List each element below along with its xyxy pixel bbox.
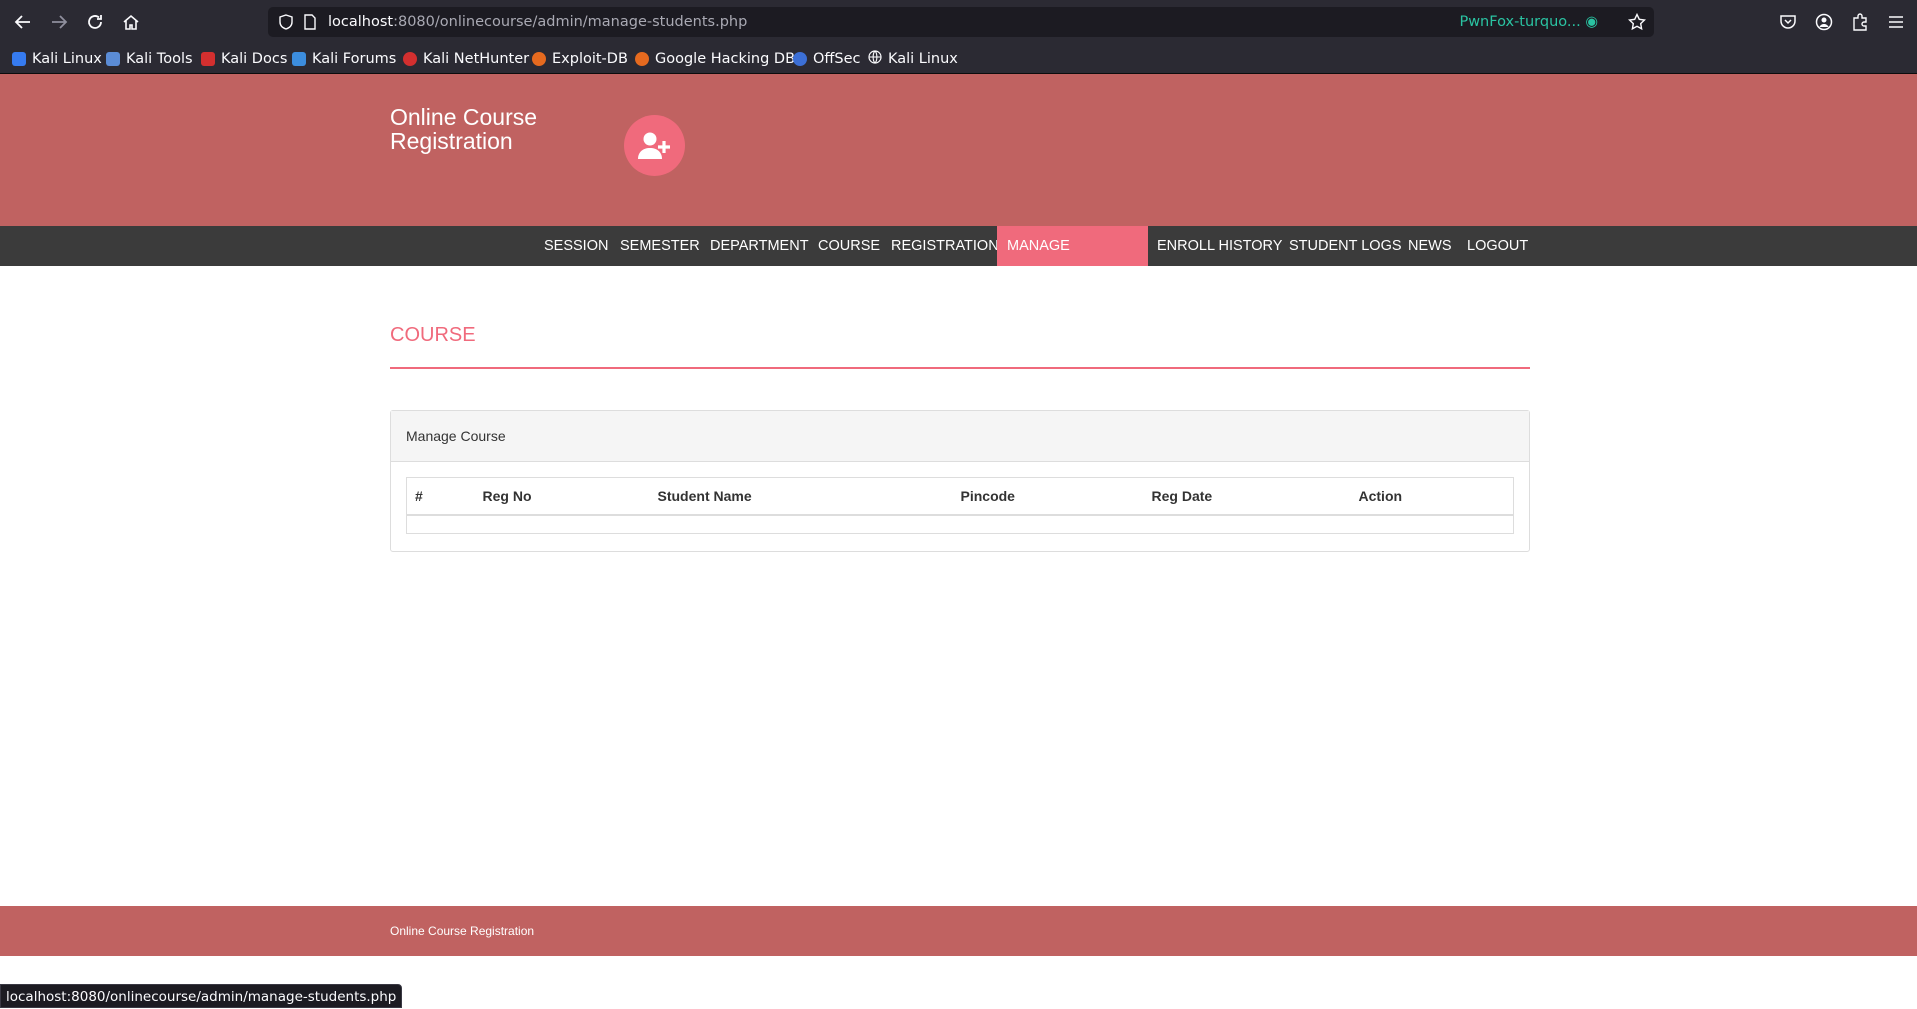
bookmark-google-hacking-db[interactable]: Google Hacking DB (635, 49, 795, 69)
home-icon[interactable] (119, 10, 143, 34)
bookmark-exploit-db[interactable]: Exploit-DB (532, 49, 628, 69)
reload-icon[interactable] (83, 10, 107, 34)
nav-student-logs[interactable]: STUDENT LOGS (1279, 226, 1412, 266)
manage-course-panel: Manage Course # Reg No Student Name Pinc… (390, 410, 1530, 552)
site-header: Online Course Registration (0, 74, 1917, 226)
nav-course[interactable]: COURSE (808, 226, 890, 266)
table-header-row: # Reg No Student Name Pincode Reg Date A… (406, 477, 1514, 516)
main-nav: SESSION SEMESTER DEPARTMENT COURSE REGIS… (0, 226, 1917, 294)
nav-semester[interactable]: SEMESTER (610, 226, 710, 266)
url-path: :8080/onlinecourse/admin/manage-students… (393, 14, 748, 30)
panel-title: Manage Course (406, 428, 506, 444)
browser-toolbar: localhost:8080/onlinecourse/admin/manage… (0, 0, 1917, 44)
container-label[interactable]: PwnFox-turquo... ◉ (1459, 14, 1598, 30)
account-icon[interactable] (1812, 10, 1836, 34)
bookmark-kali-tools[interactable]: Kali Tools (106, 49, 193, 69)
bookmark-label: Kali Linux (888, 51, 958, 67)
kali-tools-icon (106, 52, 120, 66)
url-text[interactable]: localhost:8080/onlinecourse/admin/manage… (328, 14, 747, 30)
bookmark-label: Kali Tools (126, 51, 193, 67)
user-plus-icon (624, 115, 685, 176)
site-title-line2: Registration (390, 128, 513, 154)
bookmark-kali-nethunter[interactable]: Kali NetHunter (403, 49, 529, 69)
page-title: COURSE (390, 324, 476, 346)
exploit-db-icon (532, 52, 546, 66)
nav-news[interactable]: NEWS (1398, 226, 1462, 266)
extensions-icon[interactable] (1848, 10, 1872, 34)
shield-icon[interactable] (278, 14, 294, 35)
col-reg-date: Reg Date (1143, 477, 1351, 516)
footer-text: Online Course Registration (390, 924, 535, 938)
bookmarks-bar: Kali Linux Kali Tools Kali Docs Kali For… (0, 44, 1917, 74)
kali-dragon-icon (12, 52, 26, 66)
students-table: # Reg No Student Name Pincode Reg Date A… (406, 477, 1514, 534)
bookmark-label: Exploit-DB (552, 51, 628, 67)
bookmark-star-icon[interactable] (1627, 12, 1647, 36)
pocket-icon[interactable] (1776, 10, 1800, 34)
nav-enroll-history[interactable]: ENROLL HISTORY (1147, 226, 1292, 266)
nav-logout[interactable]: LOGOUT (1457, 226, 1538, 266)
offsec-icon (793, 52, 807, 66)
globe-icon (868, 50, 882, 68)
url-host: localhost (328, 14, 394, 30)
col-reg-no: Reg No (474, 477, 650, 516)
nav-registration[interactable]: REGISTRATION (881, 226, 1009, 266)
page-info-icon[interactable] (303, 14, 317, 35)
nethunter-icon (403, 52, 417, 66)
col-pincode: Pincode (952, 477, 1144, 516)
forward-icon[interactable] (47, 10, 71, 34)
status-bar-url: localhost:8080/onlinecourse/admin/manage… (0, 984, 403, 1008)
site-title-line1: Online Course (390, 104, 538, 130)
bookmark-kali-docs[interactable]: Kali Docs (201, 49, 287, 69)
bookmark-label: Kali Forums (312, 51, 397, 67)
bookmark-kali-forums[interactable]: Kali Forums (292, 49, 396, 69)
fingerprint-icon: ◉ (1585, 14, 1598, 30)
col-student-name: Student Name (649, 477, 953, 516)
bookmark-offsec[interactable]: OffSec (793, 49, 861, 69)
bookmark-label: Kali Linux (32, 51, 102, 67)
nav-manage-students[interactable]: MANAGE STUDENTS (997, 226, 1148, 294)
bookmark-label: Kali NetHunter (423, 51, 530, 67)
col-index: # (406, 477, 475, 516)
kali-docs-icon (201, 52, 215, 66)
site-footer: Online Course Registration (0, 906, 1917, 956)
nav-session[interactable]: SESSION (534, 226, 618, 266)
col-action: Action (1350, 477, 1514, 516)
back-icon[interactable] (11, 10, 35, 34)
container-name: PwnFox-turquo... (1459, 14, 1581, 30)
bookmark-label: OffSec (813, 51, 861, 67)
bookmark-kali-linux[interactable]: Kali Linux (12, 49, 102, 69)
nav-department[interactable]: DEPARTMENT (700, 226, 819, 266)
bookmark-label: Kali Docs (221, 51, 288, 67)
title-divider (390, 367, 1530, 369)
bookmark-kali-linux-2[interactable]: Kali Linux (868, 49, 958, 69)
bookmark-label: Google Hacking DB (655, 51, 796, 67)
ghdb-icon (635, 52, 649, 66)
site-title[interactable]: Online Course Registration (390, 105, 570, 153)
table-empty-row (407, 515, 1514, 534)
menu-icon[interactable] (1884, 10, 1908, 34)
panel-heading: Manage Course (391, 411, 1529, 462)
kali-forums-icon (292, 52, 306, 66)
url-bar[interactable]: localhost:8080/onlinecourse/admin/manage… (268, 7, 1654, 37)
